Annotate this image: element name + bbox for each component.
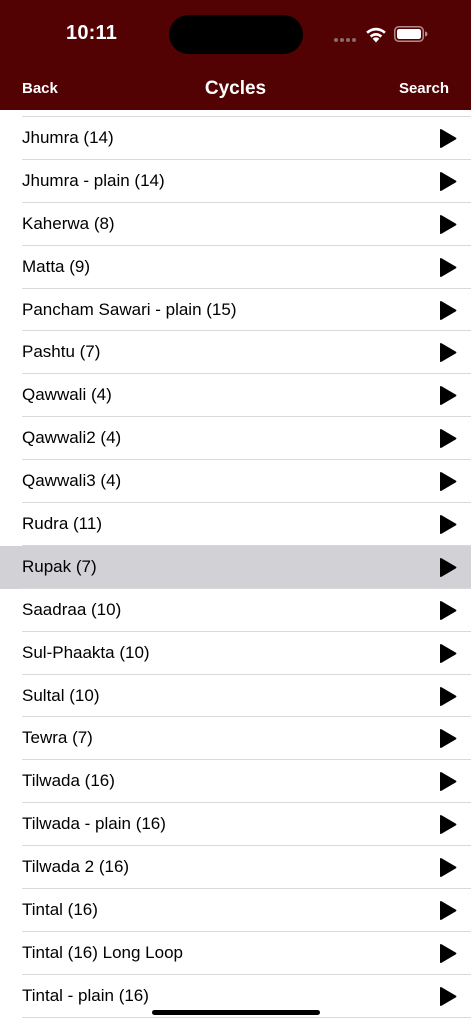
cycle-label: Tintal - plain (16): [22, 985, 149, 1005]
list-item[interactable]: Sultal (10): [0, 675, 471, 718]
play-icon[interactable]: [439, 385, 457, 406]
play-icon[interactable]: [439, 471, 457, 492]
list-item[interactable]: Tintal (16) Long Loop: [0, 932, 471, 975]
app-header: 10:11 Back Cycles Search: [0, 0, 471, 110]
play-icon[interactable]: [439, 686, 457, 707]
cycle-label: Qawwali (4): [22, 385, 112, 405]
play-icon[interactable]: [439, 814, 457, 835]
cycle-label: Kaherwa (8): [22, 213, 115, 233]
play-icon[interactable]: [439, 600, 457, 621]
cycle-label: Pashtu (7): [22, 342, 101, 362]
play-icon[interactable]: [439, 342, 457, 363]
list-item[interactable]: Kaherwa (8): [0, 203, 471, 246]
play-icon[interactable]: [439, 557, 457, 578]
home-indicator[interactable]: [152, 1010, 320, 1015]
play-icon[interactable]: [439, 257, 457, 278]
wifi-icon: [366, 27, 386, 43]
list-item[interactable]: Qawwali3 (4): [0, 460, 471, 503]
cycles-rows: Jhumra (14) Jhumra - plain (14) Kaherwa (8…: [0, 117, 471, 1018]
list-item[interactable]: Tilwada - plain (16): [0, 803, 471, 847]
cycle-label: Tewra (7): [22, 728, 93, 748]
list-item[interactable]: Tilwada 2 (16): [0, 846, 471, 889]
cycle-label: Tilwada 2 (16): [22, 857, 130, 877]
cycle-label: Saadraa (10): [22, 599, 122, 619]
cycle-label: Sul-Phaakta (10): [22, 642, 150, 662]
play-icon[interactable]: [439, 728, 457, 749]
signal-icon: [334, 38, 358, 43]
list-item[interactable]: Rudra (11): [0, 503, 471, 546]
play-icon[interactable]: [439, 300, 457, 321]
cycle-label: Sultal (10): [22, 685, 100, 705]
play-icon[interactable]: [439, 986, 457, 1007]
dynamic-island: [169, 15, 303, 54]
cycle-label: Rudra (11): [22, 514, 102, 534]
cycle-label: Tintal (16) Long Loop: [22, 942, 183, 962]
list-item[interactable]: Qawwali (4): [0, 374, 471, 418]
cycle-label: Tilwada - plain (16): [22, 814, 166, 834]
list-item[interactable]: Qawwali2 (4): [0, 417, 471, 461]
play-icon[interactable]: [439, 857, 457, 878]
list-item[interactable]: Jhumra (14): [0, 117, 471, 160]
list-item[interactable]: Tilwada (16): [0, 760, 471, 804]
cycle-label: Pancham Sawari - plain (15): [22, 299, 237, 319]
cycle-label: Rupak (7): [22, 556, 97, 576]
play-icon[interactable]: [439, 214, 457, 235]
play-icon[interactable]: [439, 643, 457, 664]
cycle-label: Tilwada (16): [22, 771, 115, 791]
play-icon[interactable]: [439, 771, 457, 792]
cycle-label: Qawwali2 (4): [22, 428, 122, 448]
battery-icon: [394, 26, 428, 42]
list-item[interactable]: Saadraa (10): [0, 589, 471, 632]
play-icon[interactable]: [439, 900, 457, 921]
list-item[interactable]: Pancham Sawari - plain (15): [0, 289, 471, 332]
cycle-label: Jhumra (14): [22, 128, 114, 147]
page-title: Cycles: [204, 78, 267, 99]
cycles-list[interactable]: Jhumra (14) Jhumra - plain (14) Kaherwa (8…: [0, 110, 471, 1024]
back-button[interactable]: Back: [22, 80, 58, 97]
play-icon[interactable]: [439, 428, 457, 449]
list-item[interactable]: Tintal (16): [0, 889, 471, 932]
search-button[interactable]: Search: [399, 80, 449, 97]
cycle-label: Qawwali3 (4): [22, 471, 122, 491]
status-time: 10:11: [66, 22, 118, 44]
play-icon[interactable]: [439, 943, 457, 964]
list-item[interactable]: Sul-Phaakta (10): [0, 632, 471, 675]
cycle-label: Tintal (16): [22, 900, 98, 920]
list-item[interactable]: Matta (9): [0, 246, 471, 289]
list-item[interactable]: Rupak (7): [0, 545, 471, 589]
list-item[interactable]: Pashtu (7): [0, 331, 471, 375]
play-icon[interactable]: [439, 171, 457, 192]
list-item[interactable]: Tewra (7): [0, 717, 471, 761]
play-icon[interactable]: [439, 128, 457, 149]
cycle-label: Jhumra - plain (14): [22, 170, 165, 190]
list-item[interactable]: Jhumra - plain (14): [0, 160, 471, 203]
play-icon[interactable]: [439, 514, 457, 535]
cycle-label: Matta (9): [22, 256, 91, 276]
